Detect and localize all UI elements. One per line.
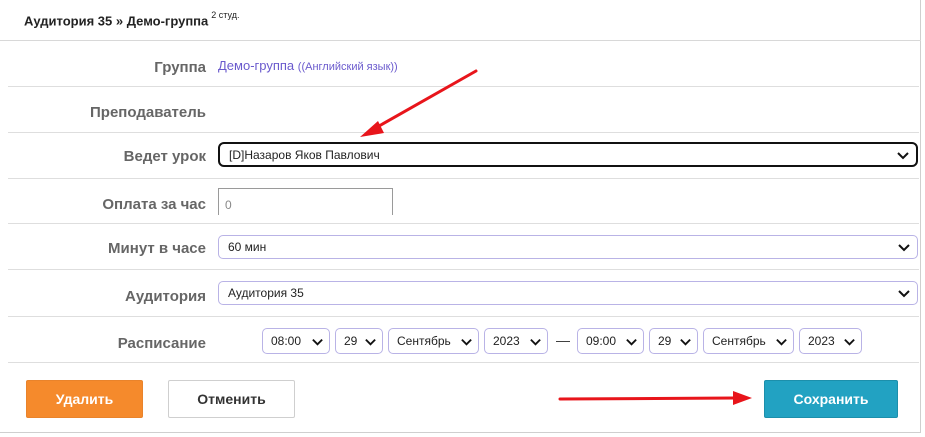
teacher-label: Преподаватель	[90, 104, 206, 121]
chevron-down-icon	[897, 151, 909, 159]
minutes-per-hour-select[interactable]: 60 мин	[218, 235, 918, 259]
start-time-select[interactable]: 08:00	[262, 328, 330, 354]
start-month-select[interactable]: Сентябрь	[388, 328, 479, 354]
group-link-text[interactable]: Демо-группа	[218, 58, 294, 73]
start-year-select[interactable]: 2023	[484, 328, 548, 354]
end-time-select[interactable]: 09:00	[577, 328, 644, 354]
end-month-select[interactable]: Сентябрь	[703, 328, 794, 354]
chevron-down-icon	[626, 338, 637, 346]
dialog-title-text: Аудитория 35 » Демо-группа	[24, 13, 209, 29]
leads-lesson-select[interactable]: [D]Назаров Яков Павлович	[218, 142, 918, 167]
group-link[interactable]: Демо-группа ((Английский язык))	[218, 58, 398, 73]
start-day-value: 29	[344, 334, 358, 348]
group-subject[interactable]: ((Английский язык))	[298, 61, 398, 73]
chevron-down-icon	[365, 338, 376, 346]
room-label: Аудитория	[125, 288, 206, 305]
cancel-button[interactable]: Отменить	[168, 380, 295, 418]
group-label: Группа	[154, 59, 206, 76]
schedule-label: Расписание	[117, 335, 206, 352]
room-select[interactable]: Аудитория 35	[218, 281, 918, 305]
chevron-down-icon	[898, 290, 910, 298]
start-day-select[interactable]: 29	[335, 328, 383, 354]
leads-lesson-value: [D]Назаров Яков Павлович	[229, 147, 380, 162]
chevron-down-icon	[898, 244, 910, 252]
lesson-dialog: Аудитория 35 » Демо-группа 2 студ. Группа…	[0, 0, 921, 433]
delete-button[interactable]: Удалить	[26, 380, 143, 418]
minutes-per-hour-label: Минут в часе	[108, 240, 206, 257]
start-month-value: Сентябрь	[397, 334, 451, 348]
chevron-down-icon	[776, 338, 787, 346]
chevron-down-icon	[312, 338, 323, 346]
minutes-per-hour-value: 60 мин	[228, 240, 267, 254]
schedule-separator: —	[556, 332, 570, 348]
start-year-value: 2023	[493, 334, 520, 348]
students-count: 2 студ.	[211, 10, 240, 20]
end-year-select[interactable]: 2023	[799, 328, 862, 354]
room-value: Аудитория 35	[228, 286, 304, 300]
chevron-down-icon	[530, 338, 541, 346]
end-month-value: Сентябрь	[712, 334, 766, 348]
start-time-value: 08:00	[271, 334, 302, 348]
leads-lesson-label: Ведет урок	[123, 148, 206, 165]
dialog-title: Аудитория 35 » Демо-группа 2 студ.	[24, 10, 240, 29]
end-day-value: 29	[658, 334, 672, 348]
chevron-down-icon	[461, 338, 472, 346]
save-button[interactable]: Сохранить	[764, 380, 898, 418]
end-year-value: 2023	[808, 334, 835, 348]
end-day-select[interactable]: 29	[649, 328, 698, 354]
end-time-value: 09:00	[586, 334, 617, 348]
dialog-header: Аудитория 35 » Демо-группа 2 студ.	[0, 0, 921, 41]
hourly-rate-label: Оплата за час	[102, 196, 206, 213]
chevron-down-icon	[844, 338, 855, 346]
chevron-down-icon	[680, 338, 691, 346]
hourly-rate-input[interactable]: 0	[218, 188, 393, 215]
